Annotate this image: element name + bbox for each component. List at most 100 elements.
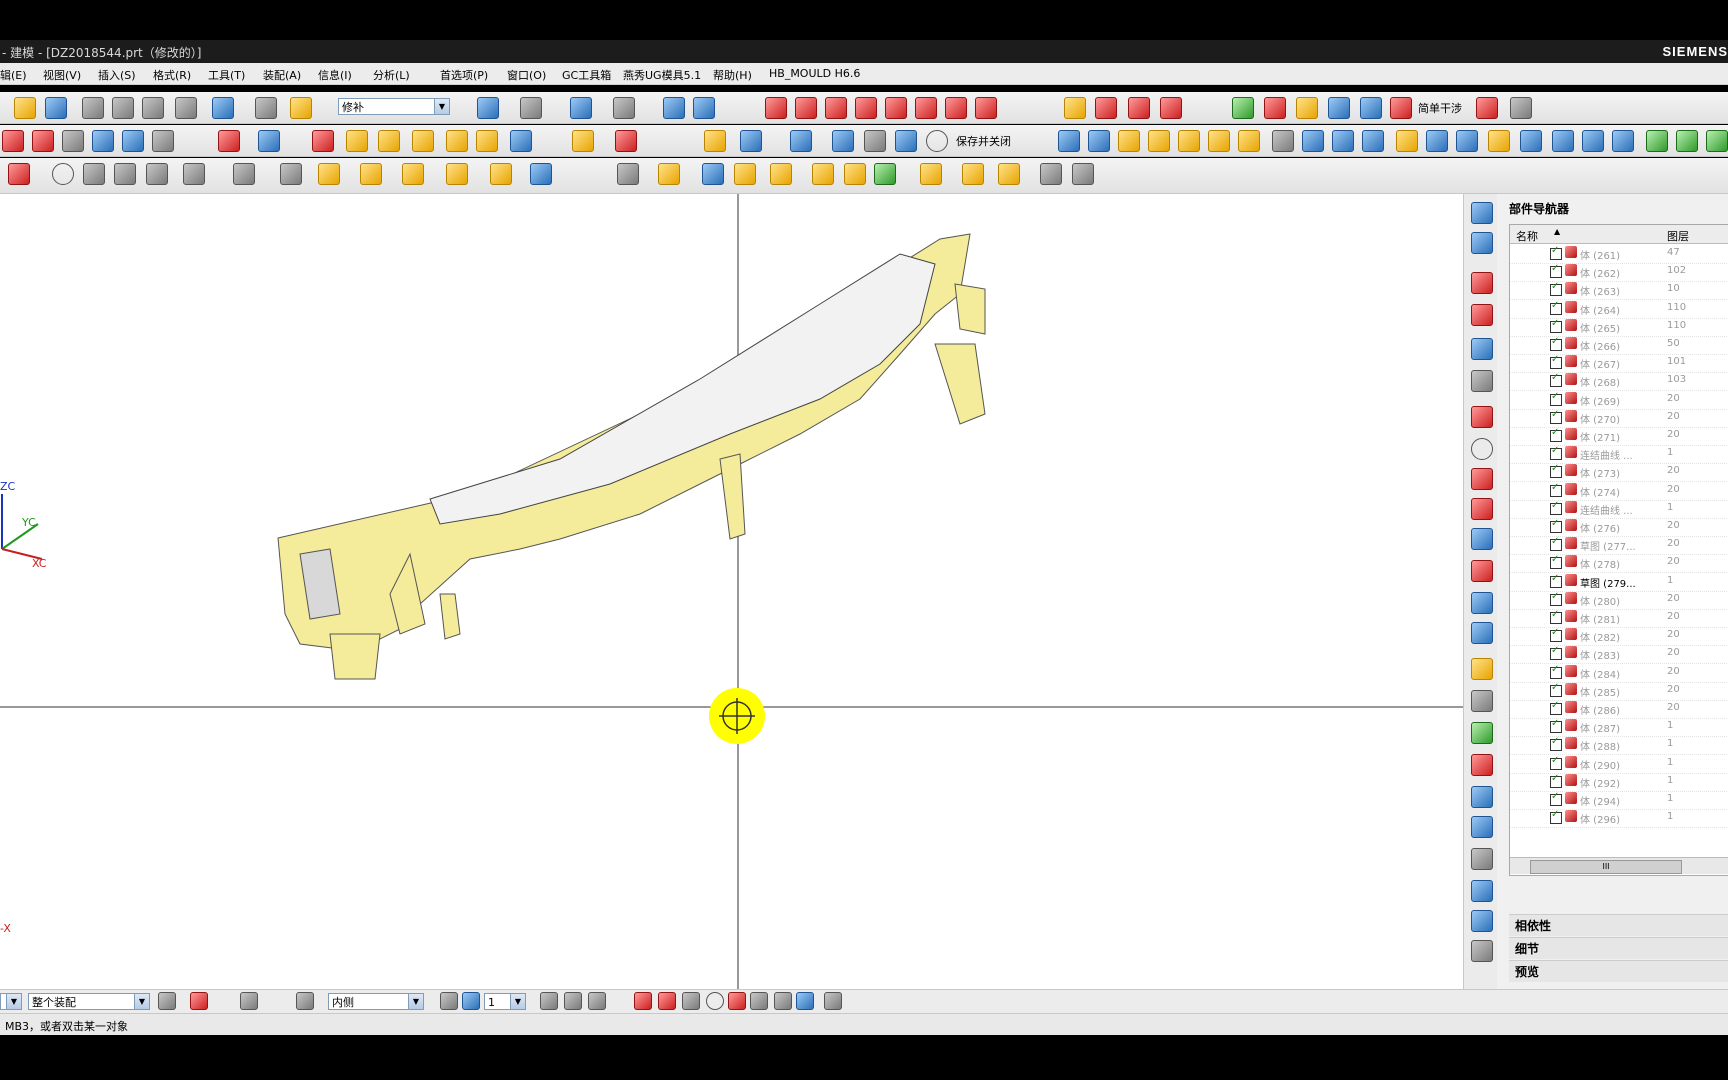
thicken-icon[interactable] (152, 130, 174, 152)
pattern-icon[interactable] (510, 130, 532, 152)
visibility-checkbox[interactable] (1550, 809, 1562, 825)
solid-j-icon[interactable] (1332, 130, 1354, 152)
deviation-icon[interactable] (1328, 97, 1350, 119)
menu-help[interactable]: 帮助(H) (713, 67, 752, 83)
select-icon[interactable] (190, 992, 208, 1010)
box-outline-icon[interactable] (617, 163, 639, 185)
visibility-checkbox[interactable] (1550, 336, 1562, 351)
close-x-icon[interactable] (1471, 848, 1493, 870)
pad-icon[interactable] (312, 130, 334, 152)
graphics-viewport[interactable]: ZC YC XC -X (0, 194, 1463, 989)
curve-b-icon[interactable] (1471, 468, 1493, 490)
measure-icon[interactable] (1064, 97, 1086, 119)
draft-analysis-icon[interactable] (1360, 97, 1382, 119)
solid-s-icon[interactable] (1612, 130, 1634, 152)
datum-plane-icon[interactable] (218, 130, 240, 152)
extrude-b-icon[interactable] (318, 163, 340, 185)
snap-point-icon[interactable] (796, 992, 814, 1010)
visibility-checkbox[interactable] (1550, 409, 1562, 424)
visibility-checkbox[interactable] (1550, 755, 1562, 770)
curve-icon[interactable] (825, 97, 847, 119)
paste-icon[interactable] (142, 97, 164, 119)
solid-k-icon[interactable] (1362, 130, 1384, 152)
menu-yanxiu[interactable]: 燕秀UG模具5.1 (623, 67, 701, 83)
visibility-checkbox[interactable] (1550, 573, 1562, 588)
circle-icon[interactable] (926, 130, 948, 152)
solid-d-icon[interactable] (1148, 130, 1170, 152)
arrow-right-icon[interactable] (895, 130, 917, 152)
visibility-checkbox[interactable] (1550, 736, 1562, 752)
snap-f-icon[interactable] (682, 992, 700, 1010)
visibility-checkbox[interactable] (1550, 372, 1562, 388)
solid-i-icon[interactable] (1302, 130, 1324, 152)
visibility-checkbox[interactable] (1550, 554, 1562, 570)
menu-analysis[interactable]: 分析(L) (373, 67, 410, 83)
menu-tools[interactable]: 工具(T) (208, 67, 245, 83)
menu-info[interactable]: 信息(I) (318, 67, 352, 83)
circle-tool-icon[interactable] (52, 163, 74, 185)
constraint-a-icon[interactable] (1471, 272, 1493, 294)
visibility-checkbox[interactable] (1550, 281, 1562, 297)
cylinder-icon[interactable] (1471, 560, 1493, 582)
solid-p-icon[interactable] (1520, 130, 1542, 152)
groove-icon[interactable] (446, 163, 468, 185)
snap-quadrant-icon[interactable] (728, 992, 746, 1010)
visibility-checkbox[interactable] (1550, 645, 1562, 661)
solid-r-icon[interactable] (1582, 130, 1604, 152)
snap-c-icon[interactable] (588, 992, 606, 1010)
menu-view[interactable]: 视图(V) (43, 67, 81, 83)
solid-f-icon[interactable] (1208, 130, 1230, 152)
report-icon[interactable] (1296, 97, 1318, 119)
rib-icon[interactable] (412, 130, 434, 152)
part-model[interactable] (277, 233, 986, 680)
solid-e-icon[interactable] (1178, 130, 1200, 152)
move-face-icon[interactable] (704, 130, 726, 152)
visibility-checkbox[interactable] (1550, 536, 1562, 552)
layer-combo[interactable]: 1 ▼ (484, 993, 526, 1010)
dimension-icon[interactable] (790, 130, 812, 152)
menu-assembly[interactable]: 装配(A) (263, 67, 301, 83)
fit-view-icon[interactable] (477, 97, 499, 119)
chevron-down-icon[interactable]: ▼ (408, 994, 423, 1009)
chevron-down-icon[interactable]: ▼ (510, 994, 525, 1009)
layers-icon[interactable] (1471, 338, 1493, 360)
solid-u-icon[interactable] (1676, 130, 1698, 152)
snap-e-icon[interactable] (658, 992, 676, 1010)
menu-preferences[interactable]: 首选项(P) (440, 67, 488, 83)
view-layout-icon[interactable] (693, 97, 715, 119)
solid-b-icon[interactable] (1088, 130, 1110, 152)
save-icon[interactable] (45, 97, 67, 119)
solid-o-icon[interactable] (1488, 130, 1510, 152)
solid-q-icon[interactable] (1552, 130, 1574, 152)
slot-icon[interactable] (490, 163, 512, 185)
undo-icon[interactable] (212, 97, 234, 119)
feature-l-icon[interactable] (1072, 163, 1094, 185)
pocket-icon[interactable] (360, 163, 382, 185)
stack-icon[interactable] (1471, 370, 1493, 392)
transform-icon[interactable] (1471, 722, 1493, 744)
visibility-checkbox[interactable] (1550, 263, 1562, 279)
page-icon[interactable] (1471, 690, 1493, 712)
offset-curve-icon[interactable] (885, 97, 907, 119)
redo-icon[interactable] (255, 97, 277, 119)
cube-a-icon[interactable] (1471, 880, 1493, 902)
view-orient-icon[interactable] (663, 97, 685, 119)
section-details[interactable]: 细节 (1509, 937, 1728, 959)
heart-icon[interactable] (1264, 97, 1286, 119)
rotate-icon[interactable] (1471, 786, 1493, 808)
boss-b-icon[interactable] (402, 163, 424, 185)
move-arrows-icon[interactable] (1471, 232, 1493, 254)
rectangle-curve-icon[interactable] (855, 97, 877, 119)
solid-m-icon[interactable] (1426, 130, 1448, 152)
feature-i-icon[interactable] (962, 163, 984, 185)
visibility-checkbox[interactable] (1550, 463, 1562, 479)
visibility-checkbox[interactable] (1550, 791, 1562, 806)
circle-b-icon[interactable] (1471, 438, 1493, 460)
fillet-tool-icon[interactable] (83, 163, 105, 185)
solid-c-icon[interactable] (1118, 130, 1140, 152)
visibility-checkbox[interactable] (1550, 482, 1562, 497)
solid-v-icon[interactable] (1706, 130, 1728, 152)
feature-b-icon[interactable] (702, 163, 724, 185)
analysis-icon[interactable] (1160, 97, 1182, 119)
feature-e-icon[interactable] (812, 163, 834, 185)
